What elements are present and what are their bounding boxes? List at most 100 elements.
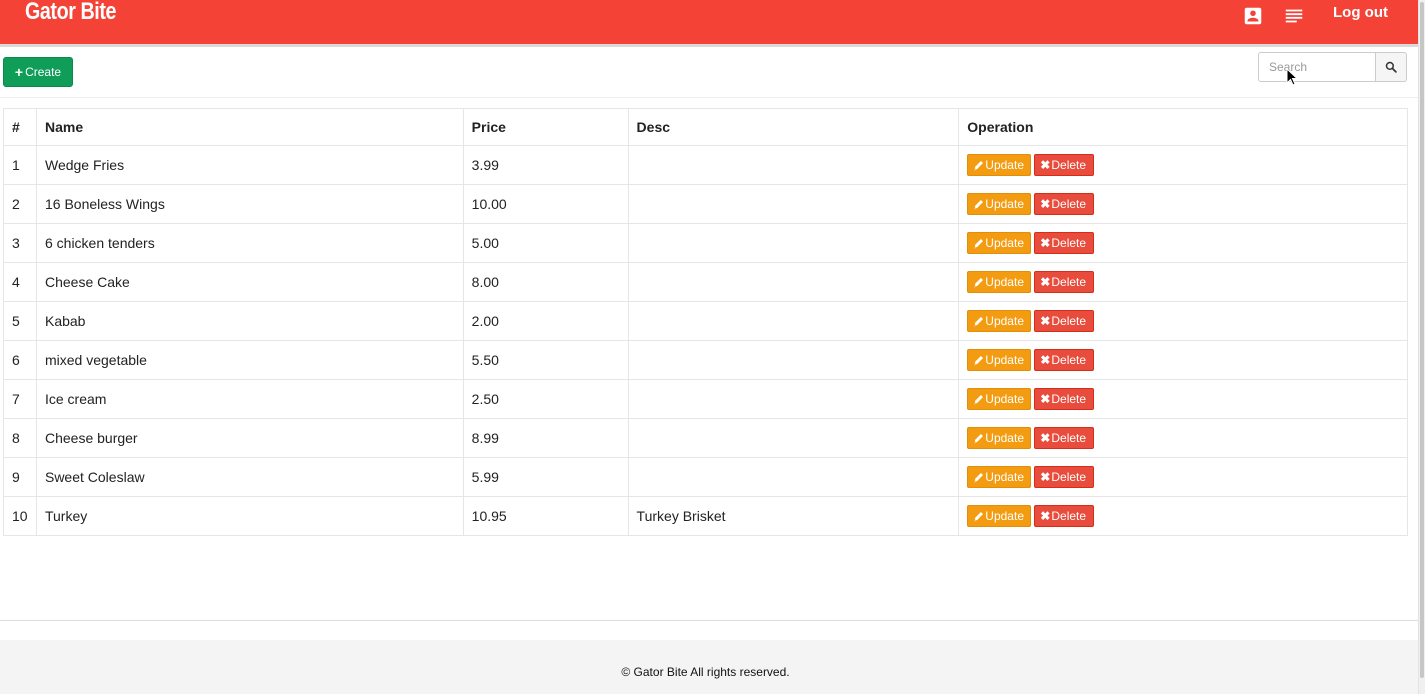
delete-button[interactable]: ✖ Delete <box>1034 466 1095 488</box>
update-button-label: Update <box>985 275 1024 289</box>
pencil-icon <box>974 238 984 248</box>
cell-operation: Update ✖ Delete <box>958 145 1408 185</box>
delete-button[interactable]: ✖ Delete <box>1034 232 1095 254</box>
cell-operation: Update ✖ Delete <box>958 301 1408 341</box>
brand-logo[interactable]: Gator Bite <box>25 0 116 26</box>
cell-desc <box>627 145 960 185</box>
delete-button[interactable]: ✖ Delete <box>1034 505 1095 527</box>
remove-icon: ✖ <box>1040 470 1051 484</box>
pencil-icon <box>974 160 984 170</box>
cell-price: 8.99 <box>462 418 629 458</box>
cell-operation: Update ✖ Delete <box>958 184 1408 224</box>
create-button[interactable]: + Create <box>3 57 73 87</box>
column-header-desc: Desc <box>627 108 960 146</box>
delete-button[interactable]: ✖ Delete <box>1034 154 1095 176</box>
delete-button[interactable]: ✖ Delete <box>1034 349 1095 371</box>
update-button[interactable]: Update <box>967 310 1032 332</box>
cell-number: 1 <box>3 145 37 185</box>
navbar-divider <box>0 44 1418 47</box>
delete-button-label: Delete <box>1051 392 1087 406</box>
cell-desc <box>627 184 960 224</box>
cell-number: 4 <box>3 262 37 302</box>
cell-name: Cheese Cake <box>35 262 464 302</box>
cell-number: 10 <box>3 496 37 536</box>
table-row: 5 Kabab 2.00 Update ✖ Delete <box>3 301 1408 341</box>
table-row: 1 Wedge Fries 3.99 Update ✖ Delete <box>3 145 1408 185</box>
cell-name: Kabab <box>35 301 464 341</box>
cell-price: 2.00 <box>462 301 629 341</box>
cell-price: 10.00 <box>462 184 629 224</box>
update-button[interactable]: Update <box>967 154 1032 176</box>
column-header-name: Name <box>35 108 464 146</box>
update-button-label: Update <box>985 353 1024 367</box>
update-button-label: Update <box>985 236 1024 250</box>
update-button[interactable]: Update <box>967 193 1032 215</box>
table-header-row: # Name Price Desc Operation <box>3 108 1408 146</box>
cell-name: Wedge Fries <box>35 145 464 185</box>
cell-desc <box>627 457 960 497</box>
delete-button-label: Delete <box>1051 158 1087 172</box>
table-row: 36 chicken tenders 5.00 Update ✖ Delete <box>3 223 1408 263</box>
cell-name: Ice cream <box>35 379 464 419</box>
table-row: 8 Cheese burger 8.99 Update ✖ Delete <box>3 418 1408 458</box>
delete-button-label: Delete <box>1051 353 1087 367</box>
pencil-icon <box>974 316 984 326</box>
pencil-icon <box>974 433 984 443</box>
delete-button-label: Delete <box>1051 470 1087 484</box>
cell-desc <box>627 301 960 341</box>
update-button[interactable]: Update <box>967 349 1032 371</box>
cell-name: mixed vegetable <box>35 340 464 380</box>
cell-operation: Update ✖ Delete <box>958 457 1408 497</box>
remove-icon: ✖ <box>1040 353 1051 367</box>
update-button-label: Update <box>985 392 1024 406</box>
cell-desc <box>627 340 960 380</box>
page-scrollbar[interactable] <box>1418 0 1425 694</box>
column-header-operation: Operation <box>958 108 1408 146</box>
delete-button[interactable]: ✖ Delete <box>1034 427 1095 449</box>
cell-name: 6 chicken tenders <box>35 223 464 263</box>
search-button[interactable] <box>1375 52 1407 82</box>
plus-icon: + <box>14 64 24 80</box>
update-button-label: Update <box>985 509 1024 523</box>
cell-name: Sweet Coleslaw <box>35 457 464 497</box>
cell-name: 16 Boneless Wings <box>35 184 464 224</box>
remove-icon: ✖ <box>1040 314 1051 328</box>
table-body: 1 Wedge Fries 3.99 Update ✖ Delete 2 16 Boneles… <box>3 145 1408 536</box>
cell-operation: Update ✖ Delete <box>958 496 1408 536</box>
update-button-label: Update <box>985 158 1024 172</box>
pencil-icon <box>974 355 984 365</box>
search-input[interactable] <box>1258 52 1375 82</box>
search-bar <box>1258 52 1407 82</box>
delete-button[interactable]: ✖ Delete <box>1034 193 1095 215</box>
column-header-price: Price <box>462 108 629 146</box>
cell-name: Cheese burger <box>35 418 464 458</box>
update-button[interactable]: Update <box>967 388 1032 410</box>
logout-link[interactable]: Log out <box>1333 4 1388 21</box>
scrollbar-thumb[interactable] <box>1420 2 1424 678</box>
update-button-label: Update <box>985 314 1024 328</box>
update-button[interactable]: Update <box>967 427 1032 449</box>
remove-icon: ✖ <box>1040 197 1051 211</box>
update-button[interactable]: Update <box>967 505 1032 527</box>
update-button[interactable]: Update <box>967 466 1032 488</box>
delete-button-label: Delete <box>1051 314 1087 328</box>
remove-icon: ✖ <box>1040 236 1051 250</box>
delete-button[interactable]: ✖ Delete <box>1034 388 1095 410</box>
update-button-label: Update <box>985 197 1024 211</box>
update-button[interactable]: Update <box>967 232 1032 254</box>
remove-icon: ✖ <box>1040 392 1051 406</box>
account-box-icon[interactable] <box>1242 5 1264 27</box>
delete-button[interactable]: ✖ Delete <box>1034 310 1095 332</box>
cell-number: 7 <box>3 379 37 419</box>
table-row: 6 mixed vegetable 5.50 Update ✖ Delete <box>3 340 1408 380</box>
menu-list-icon[interactable] <box>1283 5 1305 27</box>
delete-button[interactable]: ✖ Delete <box>1034 271 1095 293</box>
update-button[interactable]: Update <box>967 271 1032 293</box>
table-row: 10 Turkey 10.95 Turkey Brisket Update ✖ Delete <box>3 496 1408 536</box>
delete-button-label: Delete <box>1051 236 1087 250</box>
cell-operation: Update ✖ Delete <box>958 340 1408 380</box>
cell-desc: Turkey Brisket <box>627 496 960 536</box>
top-navbar: Gator Bite Log out <box>0 0 1418 44</box>
cell-operation: Update ✖ Delete <box>958 223 1408 263</box>
column-header-number: # <box>3 108 37 146</box>
